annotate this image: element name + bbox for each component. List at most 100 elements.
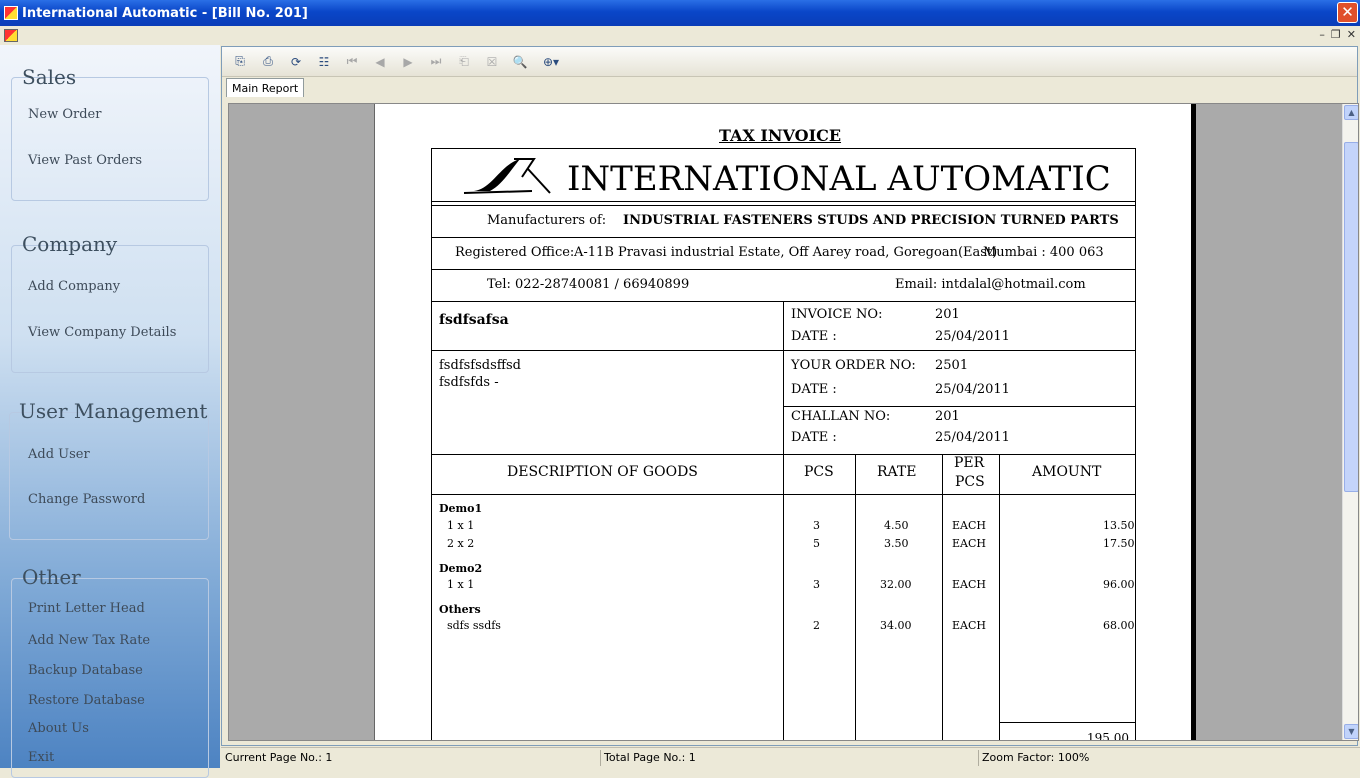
add-new-tax-rate-link[interactable]: Add New Tax Rate [28,633,150,648]
item-amount: 96.00 [1103,578,1135,591]
item-group-name: Demo2 [439,562,483,575]
item-rate: 3.50 [884,537,909,550]
item-description: 1 x 1 [447,578,475,591]
find-icon[interactable]: 🔍 [508,51,532,73]
email: Email: intdalal@hotmail.com [895,277,1086,292]
view-past-orders-link[interactable]: View Past Orders [28,153,142,168]
report-vertical-scrollbar[interactable]: ▲ ▼ [1342,104,1358,740]
item-rate: 4.50 [884,519,909,532]
first-page-icon[interactable]: ⏮ [340,51,364,73]
view-company-details-link[interactable]: View Company Details [28,325,176,340]
item-pcs: 2 [813,619,820,632]
about-us-link[interactable]: About Us [28,721,89,736]
office-city: Mumbai : 400 063 [983,245,1104,260]
column-header-rate: RATE [877,464,917,480]
invoice-total: 195.00 [1087,731,1129,741]
add-user-link[interactable]: Add User [28,447,90,462]
item-description: 1 x 1 [447,519,475,532]
column-header-per-pcs: PCS [955,474,985,490]
exit-link[interactable]: Exit [28,750,54,765]
invoice-no-label: INVOICE NO: [791,307,883,322]
scroll-thumb[interactable] [1344,142,1358,492]
refresh-icon[interactable]: ⟳ [284,51,308,73]
zoom-status: Zoom Factor: 100% [982,751,1090,764]
restore-child-icon[interactable]: ❐ [1331,28,1341,41]
current-page-status: Current Page No.: 1 [225,751,333,764]
user-management-group-title: User Management [19,399,208,423]
next-page-icon[interactable]: ▶ [396,51,420,73]
item-per: EACH [952,619,986,632]
challan-no: 201 [935,409,960,424]
sales-group [11,77,209,201]
item-amount: 17.50 [1103,537,1135,550]
change-password-link[interactable]: Change Password [28,492,145,507]
close-child-icon[interactable]: ✕ [1347,28,1356,41]
item-rate: 32.00 [880,578,912,591]
last-page-icon[interactable]: ⏭ [424,51,448,73]
report-toolbar: ⎘ ⎙ ⟳ ☷ ⏮ ◀ ▶ ⏭ ⎗ ☒ 🔍 ⊕▾ [222,47,1357,77]
manufacturers-label: Manufacturers of: [487,213,607,228]
report-canvas: TAX INVOICE INTERNATIONAL AUTOMATIC Manu… [228,103,1359,741]
new-order-link[interactable]: New Order [28,107,101,122]
app-icon [4,6,18,20]
mdi-child-icon[interactable] [4,29,18,42]
status-bar: Current Page No.: 1 Total Page No.: 1 Zo… [221,747,1360,768]
report-page: TAX INVOICE INTERNATIONAL AUTOMATIC Manu… [374,104,1191,741]
invoice-heading: TAX INVOICE [719,126,842,145]
minimize-child-icon[interactable]: – [1319,28,1325,41]
company-group-title: Company [22,232,118,256]
item-amount: 13.50 [1103,519,1135,532]
item-per: EACH [952,578,986,591]
zoom-icon[interactable]: ⊕▾ [536,51,566,73]
group-tree-icon[interactable]: ☷ [312,51,336,73]
company-group [11,245,209,373]
user-management-group [9,412,209,540]
order-no: 2501 [935,358,969,373]
sidebar: Sales New Order View Past Orders Company… [0,45,220,778]
export-icon[interactable]: ⎘ [228,51,252,73]
item-description: sdfs ssdfs [447,619,501,632]
other-group-title: Other [22,565,81,589]
office-label: Registered Office: [455,245,575,260]
item-per: EACH [952,519,986,532]
office-address: A-11B Pravasi industrial Estate, Off Aar… [574,245,998,260]
item-pcs: 3 [813,519,820,532]
backup-database-link[interactable]: Backup Database [28,663,143,678]
close-button[interactable]: ✕ [1337,2,1358,23]
page-edge [1191,104,1196,740]
customer-name: fsdfsafsa [439,312,509,328]
challan-date: 25/04/2011 [935,430,1010,445]
add-company-link[interactable]: Add Company [28,279,120,294]
item-group-name: Others [439,603,481,616]
company-name: INTERNATIONAL AUTOMATIC [567,159,1111,199]
item-group-name: Demo1 [439,502,483,515]
print-letter-head-link[interactable]: Print Letter Head [28,601,145,616]
column-header-description: DESCRIPTION OF GOODS [507,464,698,480]
customer-address-line2: fsdfsfds - [439,375,499,390]
invoice-table: INTERNATIONAL AUTOMATIC Manufacturers of… [431,148,1136,741]
total-page-status: Total Page No.: 1 [604,751,696,764]
item-pcs: 5 [813,537,820,550]
scroll-down-icon[interactable]: ▼ [1344,724,1358,739]
report-tabs: Main Report [226,78,305,98]
print-icon[interactable]: ⎙ [256,51,280,73]
item-rate: 34.00 [880,619,912,632]
report-viewer-panel: ⎘ ⎙ ⟳ ☷ ⏮ ◀ ▶ ⏭ ⎗ ☒ 🔍 ⊕▾ Main Report TAX… [221,46,1359,746]
window-titlebar: International Automatic - [Bill No. 201]… [0,0,1360,26]
previous-page-icon[interactable]: ◀ [368,51,392,73]
item-amount: 68.00 [1103,619,1135,632]
challan-date-label: DATE : [791,430,837,445]
tab-main-report[interactable]: Main Report [226,78,305,97]
sales-group-title: Sales [22,65,77,89]
order-date-label: DATE : [791,382,837,397]
goto-page-icon[interactable]: ⎗ [452,51,476,73]
item-pcs: 3 [813,578,820,591]
stop-icon[interactable]: ☒ [480,51,504,73]
order-date: 25/04/2011 [935,382,1010,397]
telephone: Tel: 022-28740081 / 66940899 [487,277,690,292]
invoice-date: 25/04/2011 [935,329,1010,344]
restore-database-link[interactable]: Restore Database [28,693,145,708]
scroll-up-icon[interactable]: ▲ [1344,105,1358,120]
invoice-no: 201 [935,307,960,322]
column-header-amount: AMOUNT [1032,464,1102,480]
